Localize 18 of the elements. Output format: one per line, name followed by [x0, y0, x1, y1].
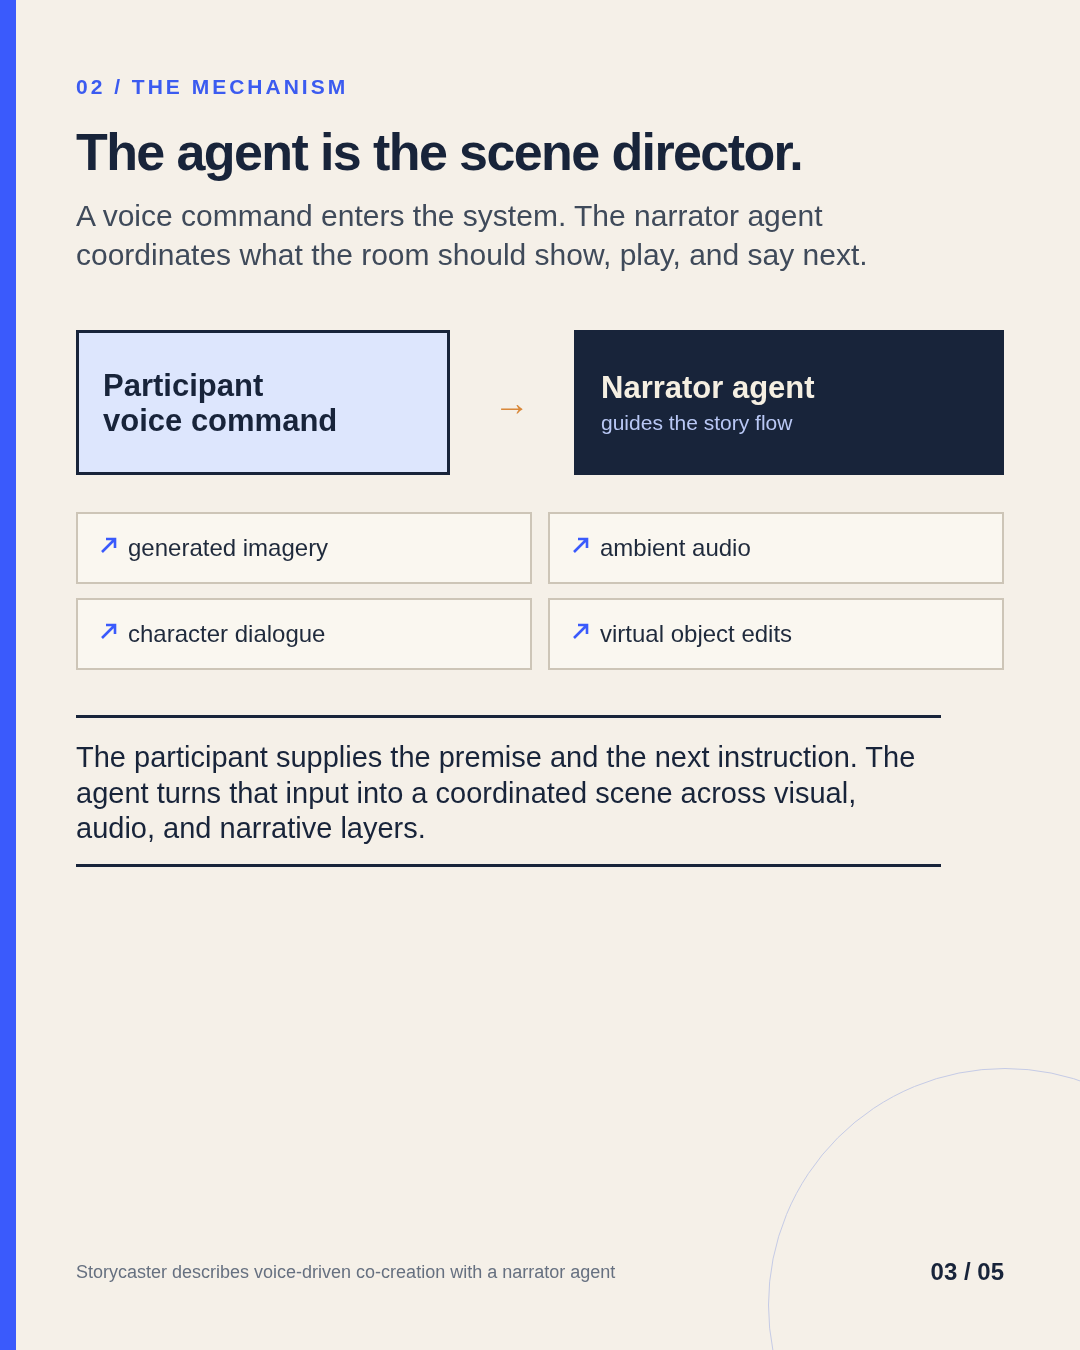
slide-title: The agent is the scene director.: [76, 122, 804, 182]
page-number: 03 / 05: [930, 1257, 1004, 1287]
section-label: 02 / THE MECHANISM: [76, 74, 350, 100]
output-label: virtual object edits: [600, 619, 793, 649]
arrow-icon: [100, 536, 118, 554]
intro-paragraph: A voice command enters the system. The narrator agent coordinates what the room should show, play, and say next.: [76, 198, 869, 273]
arrow-icon: [572, 622, 590, 640]
arrow-icon: [100, 622, 118, 640]
output-label: ambient audio: [600, 533, 751, 563]
summary-paragraph: The participant supplies the premise and the next instruction. The agent turns that input into a coordinated scene across visual, audio, and narrative layers.: [76, 740, 917, 846]
flow-arrow: →: [494, 384, 530, 421]
output-label: character dialogue: [128, 619, 326, 649]
narrator-subtitle: guides the story flow: [601, 409, 794, 436]
footer-caption: Storycaster describes voice-driven co-creation with a narrator agent: [76, 1260, 616, 1284]
output-label: generated imagery: [128, 533, 329, 563]
narrator-title: Narrator agent: [601, 368, 816, 407]
arrow-icon: [572, 536, 590, 554]
participant-title: Participant voice command: [103, 367, 338, 438]
